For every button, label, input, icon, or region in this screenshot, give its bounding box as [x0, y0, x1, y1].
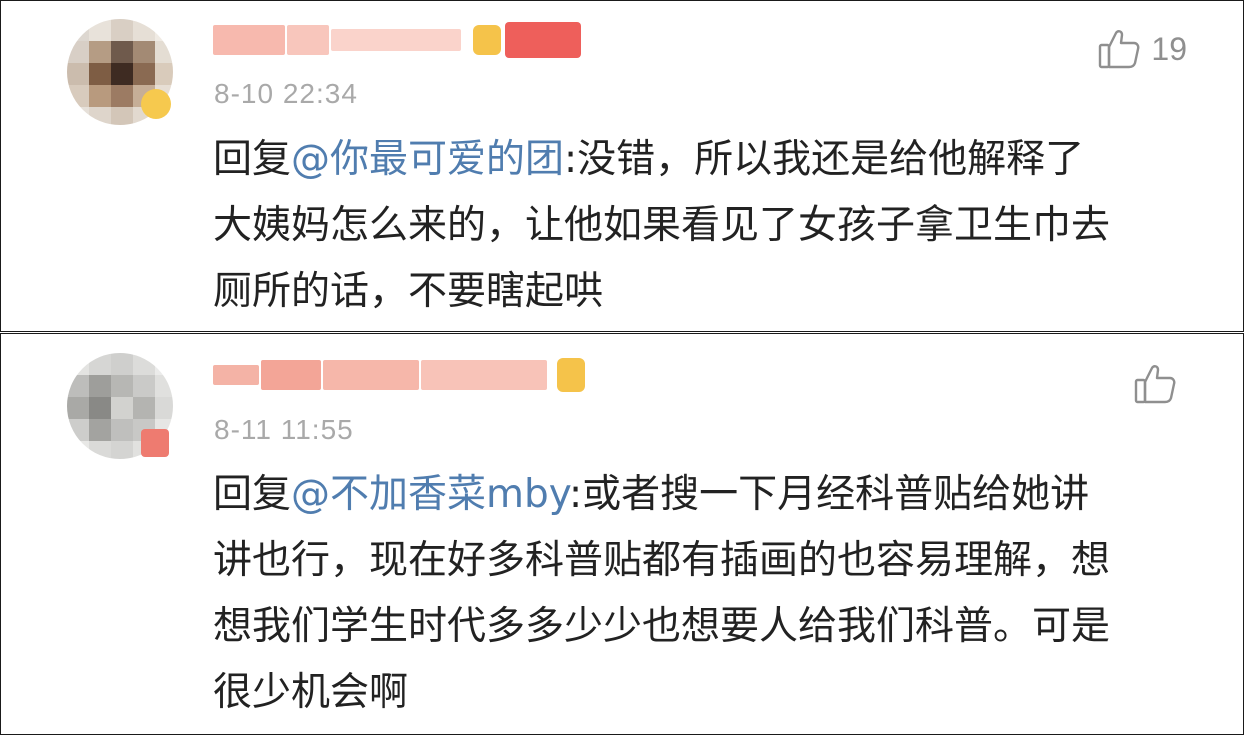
- level-badge-icon: [473, 25, 501, 55]
- like-button[interactable]: [1133, 362, 1187, 406]
- comment-line: 很少机会啊: [213, 670, 409, 715]
- mention-link[interactable]: @不加香菜mby: [291, 472, 569, 517]
- verified-badge-icon: [141, 89, 171, 119]
- comment-line: 讲也行，现在好多科普贴都有插画的也容易理解，想: [213, 538, 1111, 583]
- comment-line: 回复@不加香菜mby:或者搜一下月经科普贴给她讲: [213, 462, 1203, 528]
- level-badge-icon: [557, 358, 585, 392]
- comment-line: 想我们学生时代多多少少也想要人给我们科普。可是: [213, 604, 1111, 649]
- comment-line: 厕所的话，不要瞎起哄: [213, 269, 604, 314]
- vip-badge-icon: [141, 429, 169, 457]
- like-count: 19: [1151, 30, 1187, 67]
- comment-body: 回复@不加香菜mby:或者搜一下月经科普贴给她讲 讲也行，现在好多科普贴都有插画…: [213, 462, 1203, 726]
- username-redacted[interactable]: [213, 358, 585, 392]
- comment-item: 8-10 22:34 19 回复@你最可爱的团:没错，所以我还是给他解释了 大姨…: [0, 0, 1244, 332]
- thumbs-up-icon: [1134, 365, 1176, 404]
- comment-timestamp: 8-10 22:34: [214, 78, 358, 109]
- member-badge-icon: [505, 22, 581, 58]
- comment-body: 回复@你最可爱的团:没错，所以我还是给他解释了 大姨妈怎么来的，让他如果看见了女…: [213, 127, 1203, 325]
- comment-text: :或者搜一下月经科普贴给她讲: [569, 472, 1090, 517]
- like-button[interactable]: 19: [1097, 27, 1187, 71]
- reply-prefix: 回复: [213, 472, 292, 517]
- reply-prefix: 回复: [213, 137, 292, 182]
- mention-link[interactable]: @你最可爱的团: [291, 137, 564, 182]
- comment-item: 8-11 11:55 回复@不加香菜mby:或者搜一下月经科普贴给她讲 讲也行，…: [0, 333, 1244, 735]
- comment-timestamp: 8-11 11:55: [214, 414, 354, 445]
- comment-line: 大姨妈怎么来的，让他如果看见了女孩子拿卫生巾去: [213, 203, 1111, 248]
- thumbs-up-icon: [1099, 30, 1140, 69]
- comment-text: :没错，所以我还是给他解释了: [564, 137, 1085, 182]
- username-redacted[interactable]: [213, 22, 581, 58]
- comment-line: 回复@你最可爱的团:没错，所以我还是给他解释了: [213, 127, 1203, 193]
